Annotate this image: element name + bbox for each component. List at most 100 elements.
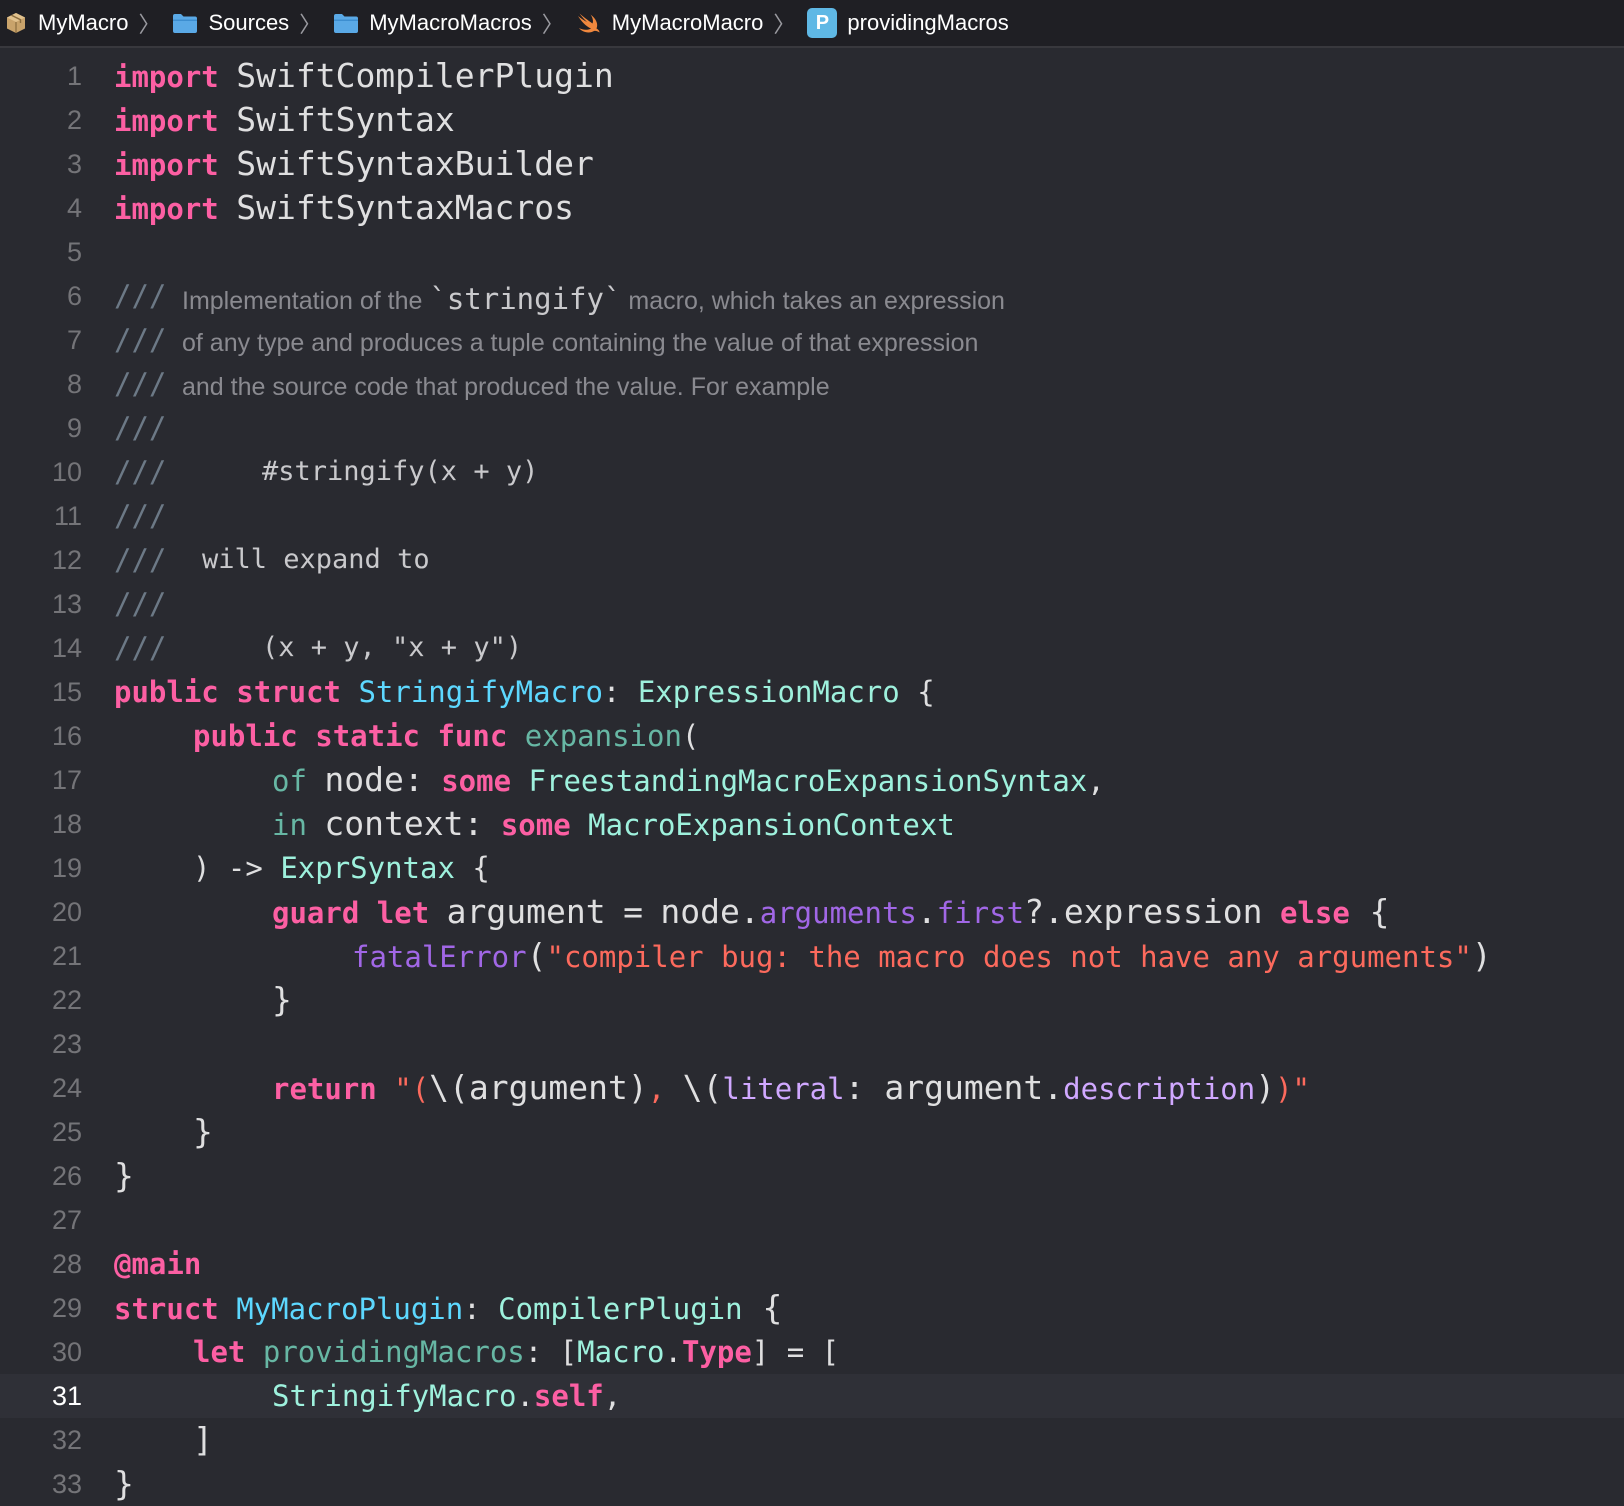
line-number: 11 [53, 501, 82, 531]
code-line[interactable]: 6 /// Implementation of the `stringify` … [0, 274, 1624, 318]
line-content: } [114, 1156, 134, 1195]
code-line[interactable]: 29 struct MyMacroPlugin: CompilerPlugin … [0, 1286, 1624, 1330]
code-line[interactable]: 28 @main [0, 1242, 1624, 1286]
code-line[interactable]: 15 public struct StringifyMacro: Express… [0, 670, 1624, 714]
code-line[interactable]: 5 [0, 230, 1624, 274]
code-line[interactable]: 21 fatalError("compiler bug: the macro d… [0, 934, 1624, 978]
line-content: fatalError("compiler bug: the macro does… [352, 936, 1492, 975]
code-line[interactable]: 2 import SwiftSyntax [0, 98, 1624, 142]
folder-icon [172, 12, 198, 34]
line-number: 14 [51, 633, 82, 663]
line-number: 32 [51, 1425, 82, 1455]
code-line[interactable]: 22 } [0, 978, 1624, 1022]
code-line[interactable]: 9 /// [0, 406, 1624, 450]
code-line-current[interactable]: 31 StringifyMacro.self, [0, 1374, 1624, 1418]
code-line[interactable]: 1 import SwiftCompilerPlugin [0, 54, 1624, 98]
code-line[interactable]: 17 of node: some FreestandingMacroExpans… [0, 758, 1624, 802]
code-line[interactable]: 18 in context: some MacroExpansionContex… [0, 802, 1624, 846]
code-line[interactable]: 27 [0, 1198, 1624, 1242]
line-number: 28 [51, 1249, 82, 1279]
code-line[interactable]: 14 /// (x + y, "x + y") [0, 626, 1624, 670]
module-name: SwiftSyntaxBuilder [236, 144, 594, 183]
line-content: let providingMacros: [Macro.Type] = [ [193, 1335, 840, 1369]
line-content: public struct StringifyMacro: Expression… [114, 675, 935, 709]
breadcrumb-item-mymacromacros[interactable]: MyMacroMacros [333, 0, 532, 47]
code-line[interactable]: 30 let providingMacros: [Macro.Type] = [ [0, 1330, 1624, 1374]
code-line[interactable]: 8 /// and the source code that produced … [0, 362, 1624, 406]
line-number: 17 [51, 765, 82, 795]
line-content: ] [193, 1420, 213, 1459]
doc-comment-marker: /// [114, 279, 167, 313]
doc-comment-text: and the source code that produced the va… [182, 373, 830, 401]
code-line[interactable]: 11 /// [0, 494, 1624, 538]
line-number: 9 [66, 413, 82, 443]
breadcrumb-item-mymacro[interactable]: MyMacro [4, 0, 128, 47]
code-line[interactable]: 7 /// of any type and produces a tuple c… [0, 318, 1624, 362]
code-line[interactable]: 33 } [0, 1462, 1624, 1506]
folder-icon [333, 12, 359, 34]
property-badge: P [807, 8, 838, 38]
keyword: import [114, 192, 219, 226]
doc-code-example: will expand to [202, 544, 430, 575]
line-number: 22 [51, 985, 82, 1015]
doc-code-span: `stringify` [429, 282, 622, 316]
code-line[interactable]: 4 import SwiftSyntaxMacros [0, 186, 1624, 230]
breadcrumb-separator: 〉 [773, 12, 796, 37]
line-content: guard let argument = node.arguments.firs… [272, 892, 1390, 931]
line-number: 15 [51, 677, 82, 707]
line-number: 29 [51, 1293, 82, 1323]
line-number: 3 [66, 149, 82, 179]
line-number: 5 [66, 237, 82, 267]
breadcrumb-label: MyMacroMacros [369, 10, 532, 35]
line-number: 8 [66, 369, 82, 399]
line-content: in context: some MacroExpansionContext [272, 804, 955, 843]
keyword: import [114, 148, 219, 182]
code-line[interactable]: 32 ] [0, 1418, 1624, 1462]
jump-bar: MyMacro 〉 Sources 〉 MyMacroMacros 〉 MyMa… [0, 0, 1624, 48]
code-line[interactable]: 24 return "(\(argument), \(literal: argu… [0, 1066, 1624, 1110]
module-name: SwiftSyntax [236, 100, 455, 139]
type-declaration: StringifyMacro [358, 675, 603, 709]
line-content: import SwiftSyntax [114, 100, 455, 139]
line-content: } [114, 1464, 134, 1503]
breadcrumb-item-mymacromacro[interactable]: MyMacroMacro [576, 0, 763, 47]
line-number: 24 [51, 1073, 82, 1103]
source-editor[interactable]: 1 import SwiftCompilerPlugin 2 import Sw… [0, 50, 1624, 1506]
code-line[interactable]: 19 ) -> ExprSyntax { [0, 846, 1624, 890]
doc-comment-marker: /// [114, 631, 167, 665]
doc-comment-marker: /// [114, 455, 167, 489]
line-content: return "(\(argument), \(literal: argumen… [272, 1068, 1311, 1107]
code-line[interactable]: 26 } [0, 1154, 1624, 1198]
line-number: 4 [66, 193, 82, 223]
line-number: 21 [51, 941, 82, 971]
code-line[interactable]: 10 /// #stringify(x + y) [0, 450, 1624, 494]
code-line[interactable]: 13 /// [0, 582, 1624, 626]
doc-comment-text: of any type and produces a tuple contain… [182, 329, 979, 357]
code-line[interactable]: 16 public static func expansion( [0, 714, 1624, 758]
line-content: } [272, 980, 292, 1019]
doc-code-example: #stringify(x + y) [262, 456, 539, 487]
line-content: } [193, 1112, 213, 1151]
code-line[interactable]: 3 import SwiftSyntaxBuilder [0, 142, 1624, 186]
code-line[interactable]: 23 [0, 1022, 1624, 1066]
code-line[interactable]: 25 } [0, 1110, 1624, 1154]
module-name: SwiftSyntaxMacros [236, 188, 574, 227]
keyword: import [114, 60, 219, 94]
line-content: public static func expansion( [193, 719, 700, 753]
line-number: 12 [51, 545, 82, 575]
doc-comment-marker: /// [114, 411, 167, 445]
breadcrumb-item-providingmacros[interactable]: P providingMacros [807, 0, 1009, 47]
swift-icon [576, 11, 602, 35]
breadcrumb-item-sources[interactable]: Sources [172, 0, 289, 47]
property-icon: P [807, 8, 838, 38]
code-line[interactable]: 12 /// will expand to [0, 538, 1624, 582]
code-line[interactable]: 20 guard let argument = node.arguments.f… [0, 890, 1624, 934]
breadcrumb-separator: 〉 [541, 12, 564, 37]
line-number: 30 [51, 1337, 82, 1367]
line-number: 23 [51, 1029, 82, 1059]
attribute: @main [114, 1247, 202, 1281]
breadcrumb-label: MyMacro [38, 10, 129, 35]
line-number: 13 [51, 589, 82, 619]
line-number: 16 [51, 721, 82, 751]
breadcrumb-label: providingMacros [847, 10, 1009, 35]
